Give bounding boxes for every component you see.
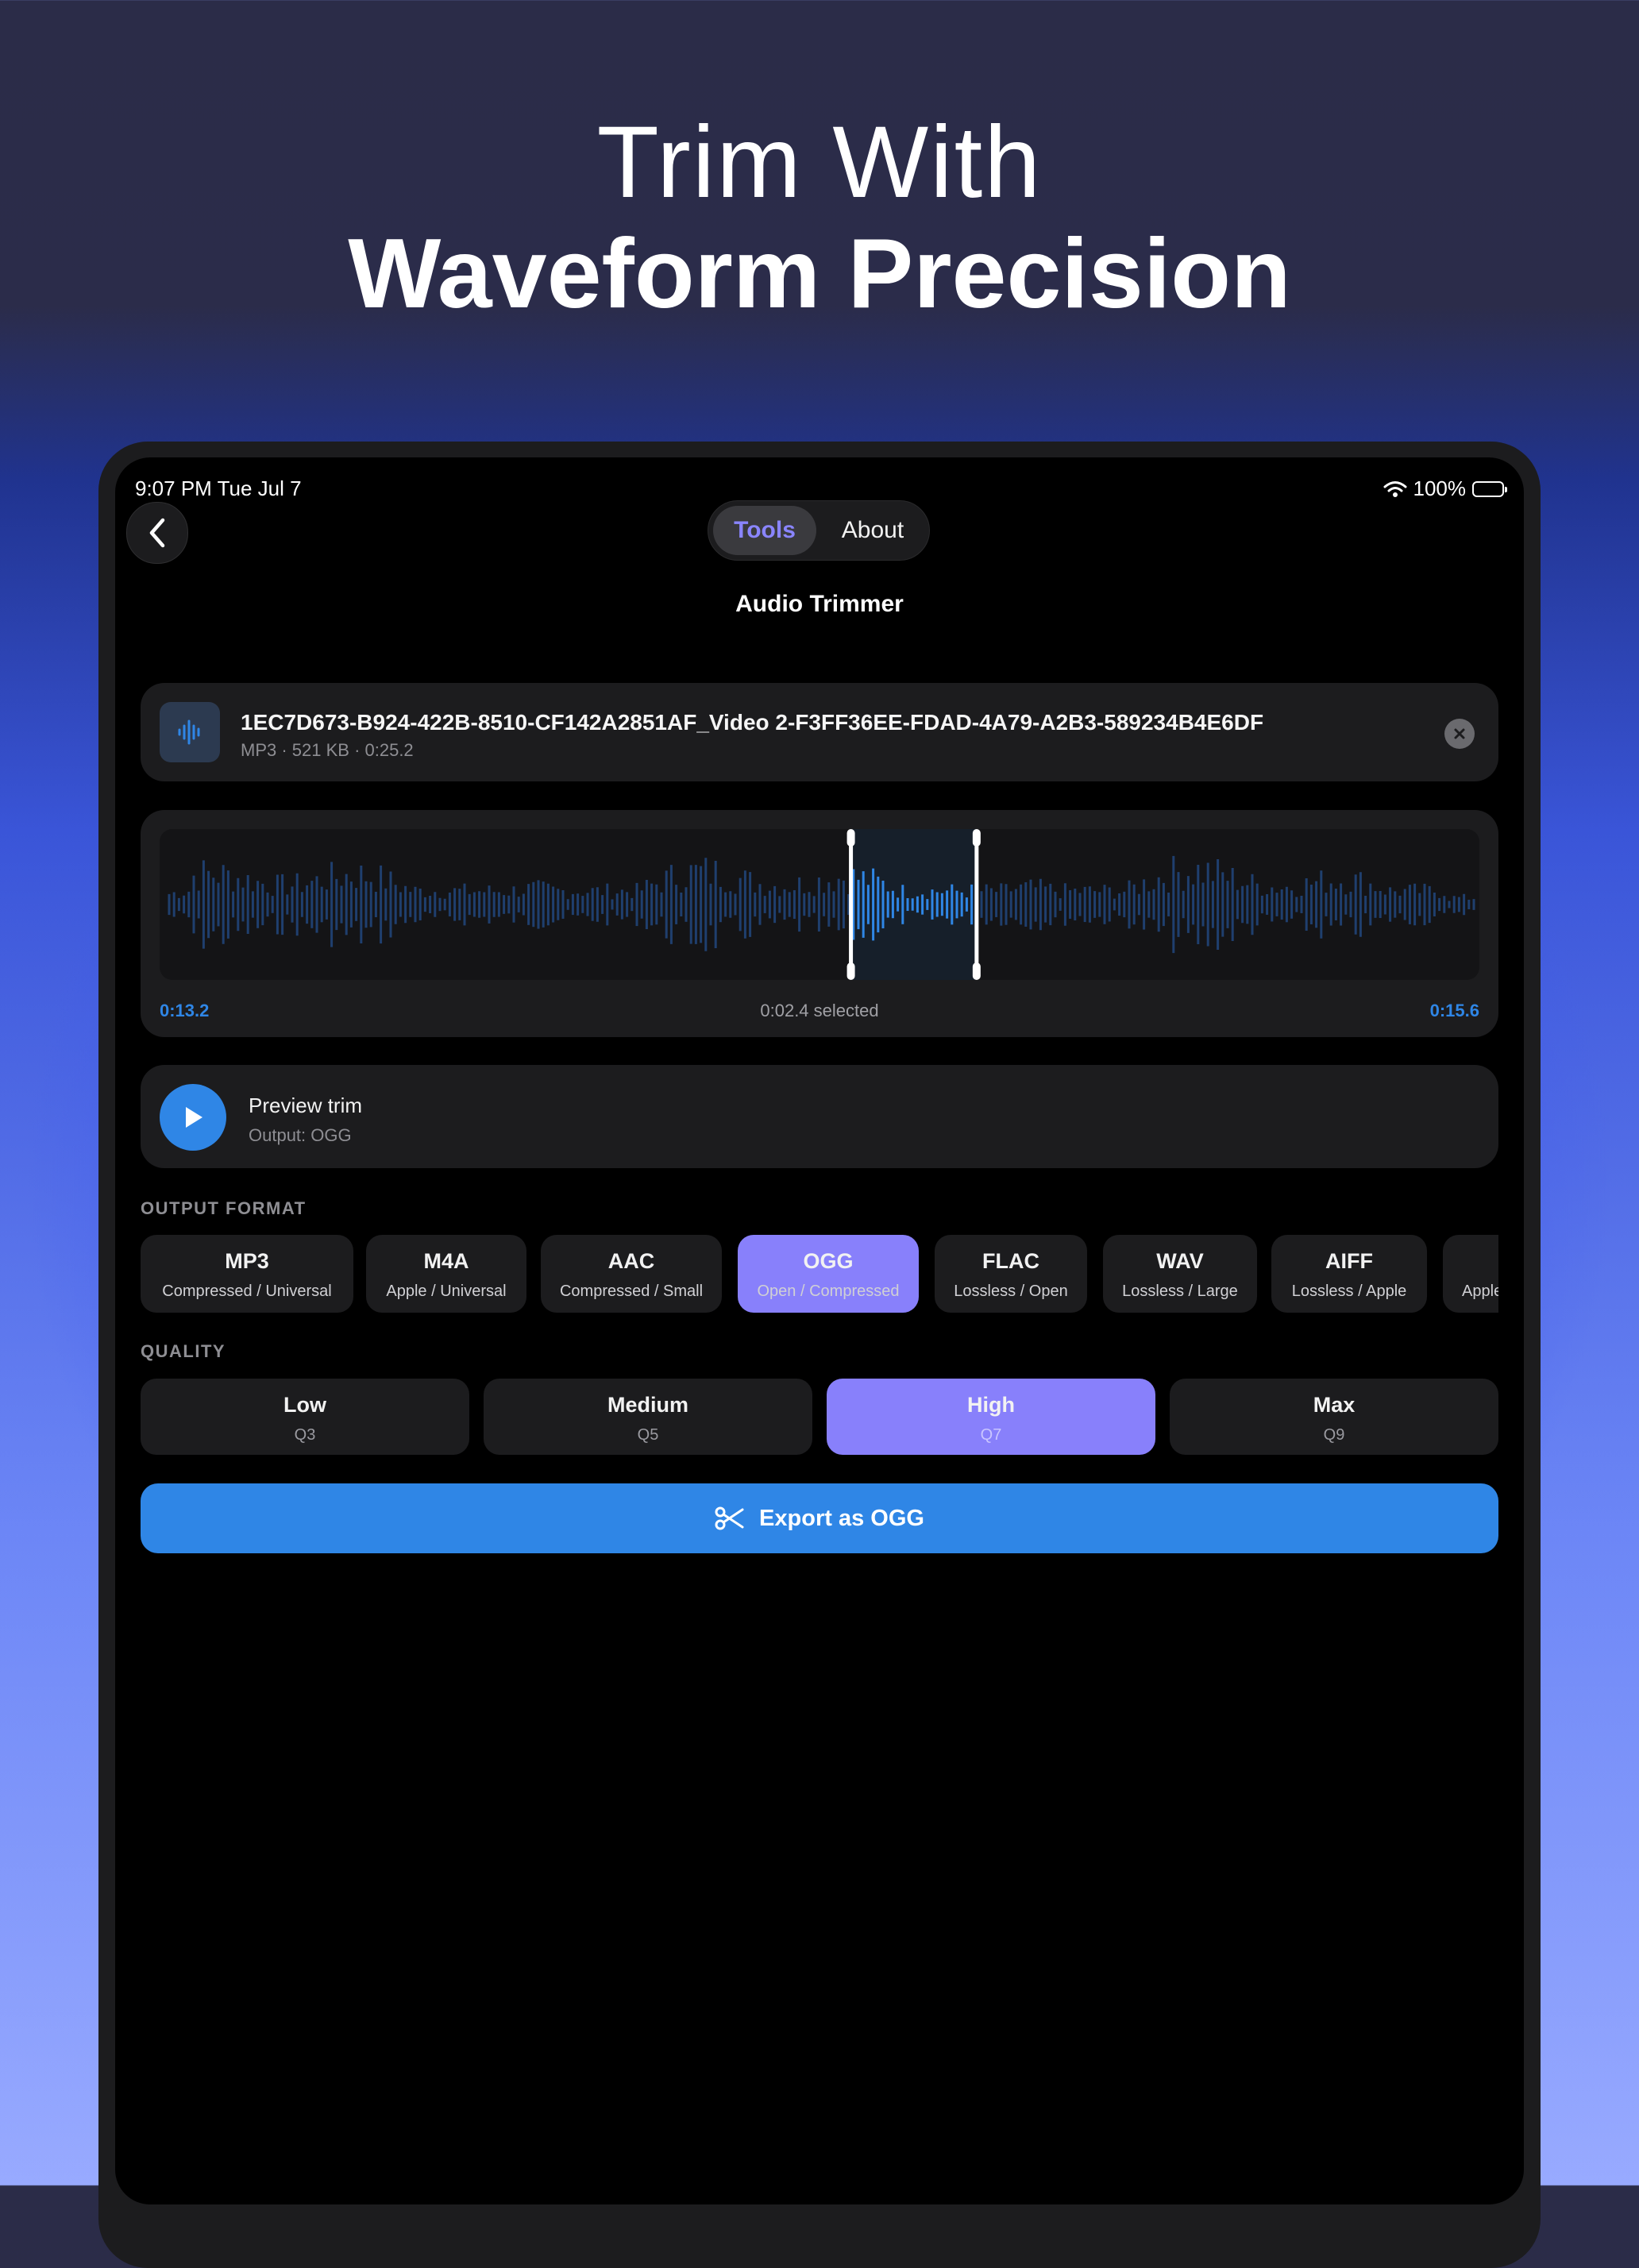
waveform[interactable]: [160, 829, 1479, 980]
format-desc: Lossless / Large: [1122, 1282, 1238, 1300]
back-button[interactable]: [126, 502, 188, 564]
waveform-editor[interactable]: [160, 829, 1479, 980]
scissors-icon: [715, 1506, 744, 1530]
quality-sub: Q3: [294, 1426, 316, 1444]
quality-label: QUALITY: [141, 1341, 226, 1361]
play-icon: [186, 1107, 202, 1128]
file-card: 1EC7D673-B924-422B-8510-CF142A2851AF_Vid…: [141, 683, 1498, 781]
waveform-icon: [160, 702, 220, 762]
format-name: FLAC: [982, 1249, 1039, 1273]
status-right: 100%: [1383, 476, 1507, 501]
output-format-label: OUTPUT FORMAT: [141, 1198, 307, 1218]
export-button[interactable]: Export as OGG: [141, 1483, 1498, 1553]
quality-name: Low: [283, 1393, 326, 1417]
promo-headline: Trim With Waveform Precision: [0, 107, 1639, 330]
preview-card: Preview trim Output: OGG: [141, 1065, 1498, 1168]
quality-option-low[interactable]: Low Q3: [141, 1379, 469, 1455]
format-option-m4a[interactable]: M4A Apple / Universal: [366, 1235, 526, 1313]
app-screen: 9:07 PM Tue Jul 7 100% Tools About Audio…: [115, 457, 1524, 2204]
waveform-card: 0:13.2 0:02.4 selected 0:15.6: [141, 810, 1498, 1037]
format-desc: Compressed / Small: [559, 1282, 704, 1300]
quality-name: Max: [1313, 1393, 1356, 1417]
format-desc: Apple: [1462, 1282, 1498, 1300]
format-option-aac[interactable]: AAC Compressed / Small: [541, 1235, 722, 1313]
format-name: AAC: [607, 1249, 655, 1273]
trim-start-handle-bottom-knob[interactable]: [846, 962, 855, 980]
file-meta: MP3 · 521 KB · 0:25.2: [241, 740, 414, 760]
chevron-left-icon: [149, 518, 165, 548]
format-name: OGG: [803, 1249, 854, 1273]
battery-percent: 100%: [1413, 476, 1467, 500]
trim-end-handle-bottom-knob[interactable]: [972, 962, 981, 980]
format-name: M4A: [423, 1249, 469, 1273]
tab-tools[interactable]: Tools: [713, 506, 816, 555]
trim-start-handle-top-knob[interactable]: [846, 829, 855, 847]
wifi-icon: [1383, 480, 1406, 497]
battery-icon: [1472, 480, 1507, 497]
format-desc: Compressed / Universal: [162, 1282, 332, 1300]
format-name: MP3: [225, 1249, 269, 1273]
preview-subtitle: Output: OGG: [249, 1125, 352, 1145]
format-picker: MP3 Compressed / Universal M4A Apple / U…: [141, 1235, 1498, 1314]
quality-option-medium[interactable]: Medium Q5: [484, 1379, 812, 1455]
trim-end-handle-top-knob[interactable]: [972, 829, 981, 847]
quality-option-high[interactable]: High Q7: [827, 1379, 1155, 1455]
quality-sub: Q9: [1323, 1426, 1345, 1444]
headline-line-2: Waveform Precision: [348, 219, 1291, 329]
tab-about[interactable]: About: [824, 506, 921, 555]
export-label: Export as OGG: [759, 1505, 924, 1531]
page-title: Audio Trimmer: [735, 591, 904, 617]
format-option-mp3[interactable]: MP3 Compressed / Universal: [141, 1235, 353, 1313]
format-name: WAV: [1156, 1249, 1204, 1273]
format-desc: Lossless / Apple: [1291, 1282, 1407, 1300]
quality-name: High: [967, 1393, 1015, 1417]
format-desc: Apple / Universal: [386, 1282, 507, 1300]
trim-end-time: 0:15.6: [1429, 1001, 1479, 1020]
headline-line-1: Trim With: [596, 106, 1043, 219]
format-option-ogg[interactable]: OGG Open / Compressed: [738, 1235, 919, 1313]
quality-sub: Q7: [980, 1426, 1002, 1444]
trim-selection-overlay: [850, 829, 977, 980]
quality-name: Medium: [607, 1393, 688, 1417]
format-desc: Open / Compressed: [757, 1282, 900, 1300]
preview-title: Preview trim: [249, 1094, 363, 1117]
file-name: 1EC7D673-B924-422B-8510-CF142A2851AF_Vid…: [241, 710, 1264, 735]
quality-option-max[interactable]: Max Q9: [1170, 1379, 1498, 1455]
trim-selected-duration: 0:02.4 selected: [760, 1001, 879, 1020]
preview-play-button[interactable]: [160, 1084, 226, 1151]
clear-file-button[interactable]: [1444, 719, 1475, 749]
format-option-partial[interactable]: Apple: [1443, 1235, 1498, 1313]
quality-sub: Q5: [637, 1426, 659, 1444]
close-icon: [1454, 728, 1465, 739]
format-option-flac[interactable]: FLAC Lossless / Open: [935, 1235, 1087, 1313]
format-option-wav[interactable]: WAV Lossless / Large: [1103, 1235, 1257, 1313]
quality-picker: Low Q3 Medium Q5 High Q7 Max Q9: [141, 1379, 1498, 1456]
format-desc: Lossless / Open: [954, 1282, 1068, 1300]
format-option-aiff[interactable]: AIFF Lossless / Apple: [1271, 1235, 1427, 1313]
tab-switcher: Tools About: [708, 500, 930, 561]
status-time: 9:07 PM Tue Jul 7: [135, 476, 302, 500]
format-name: AIFF: [1325, 1249, 1373, 1273]
